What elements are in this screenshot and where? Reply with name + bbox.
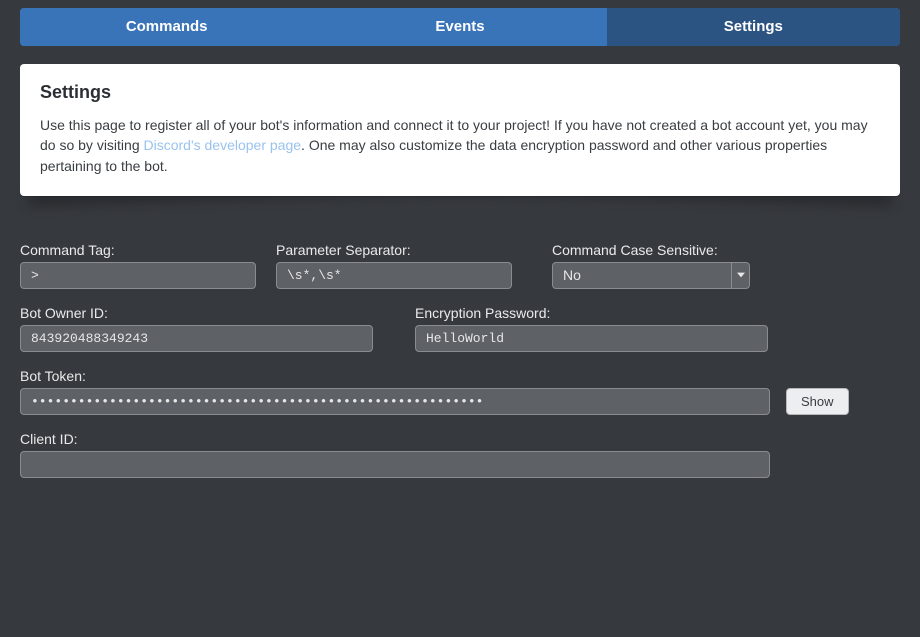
encryption-password-input[interactable] xyxy=(415,325,768,352)
field-bot-owner-id: Bot Owner ID: xyxy=(20,305,373,352)
command-tag-input[interactable] xyxy=(20,262,256,289)
label-command-tag: Command Tag: xyxy=(20,242,256,258)
tab-commands[interactable]: Commands xyxy=(20,8,313,46)
tab-settings[interactable]: Settings xyxy=(607,8,900,46)
card-title: Settings xyxy=(40,82,880,103)
label-bot-owner-id: Bot Owner ID: xyxy=(20,305,373,321)
label-client-id: Client ID: xyxy=(20,431,770,447)
tab-label: Events xyxy=(435,18,484,35)
settings-form: Command Tag: Parameter Separator: Comman… xyxy=(20,242,900,478)
label-parameter-separator: Parameter Separator: xyxy=(276,242,512,258)
card-description: Use this page to register all of your bo… xyxy=(40,115,880,176)
discord-developer-link[interactable]: Discord's developer page xyxy=(144,137,302,153)
settings-card: Settings Use this page to register all o… xyxy=(20,64,900,196)
parameter-separator-input[interactable] xyxy=(276,262,512,289)
field-bot-token: Bot Token: xyxy=(20,368,770,415)
field-encryption-password: Encryption Password: xyxy=(415,305,768,352)
field-parameter-separator: Parameter Separator: xyxy=(276,242,512,289)
tab-label: Settings xyxy=(724,18,783,35)
field-command-case-sensitive: Command Case Sensitive: No xyxy=(552,242,750,289)
bot-owner-id-input[interactable] xyxy=(20,325,373,352)
label-command-case-sensitive: Command Case Sensitive: xyxy=(552,242,750,258)
field-command-tag: Command Tag: xyxy=(20,242,256,289)
command-case-sensitive-select[interactable]: No xyxy=(552,262,750,289)
client-id-input[interactable] xyxy=(20,451,770,478)
field-client-id: Client ID: xyxy=(20,431,770,478)
label-bot-token: Bot Token: xyxy=(20,368,770,384)
show-button[interactable]: Show xyxy=(786,388,849,415)
tab-bar: Commands Events Settings xyxy=(20,8,900,46)
tab-events[interactable]: Events xyxy=(313,8,606,46)
label-encryption-password: Encryption Password: xyxy=(415,305,768,321)
bot-token-input[interactable] xyxy=(20,388,770,415)
tab-label: Commands xyxy=(126,18,208,35)
